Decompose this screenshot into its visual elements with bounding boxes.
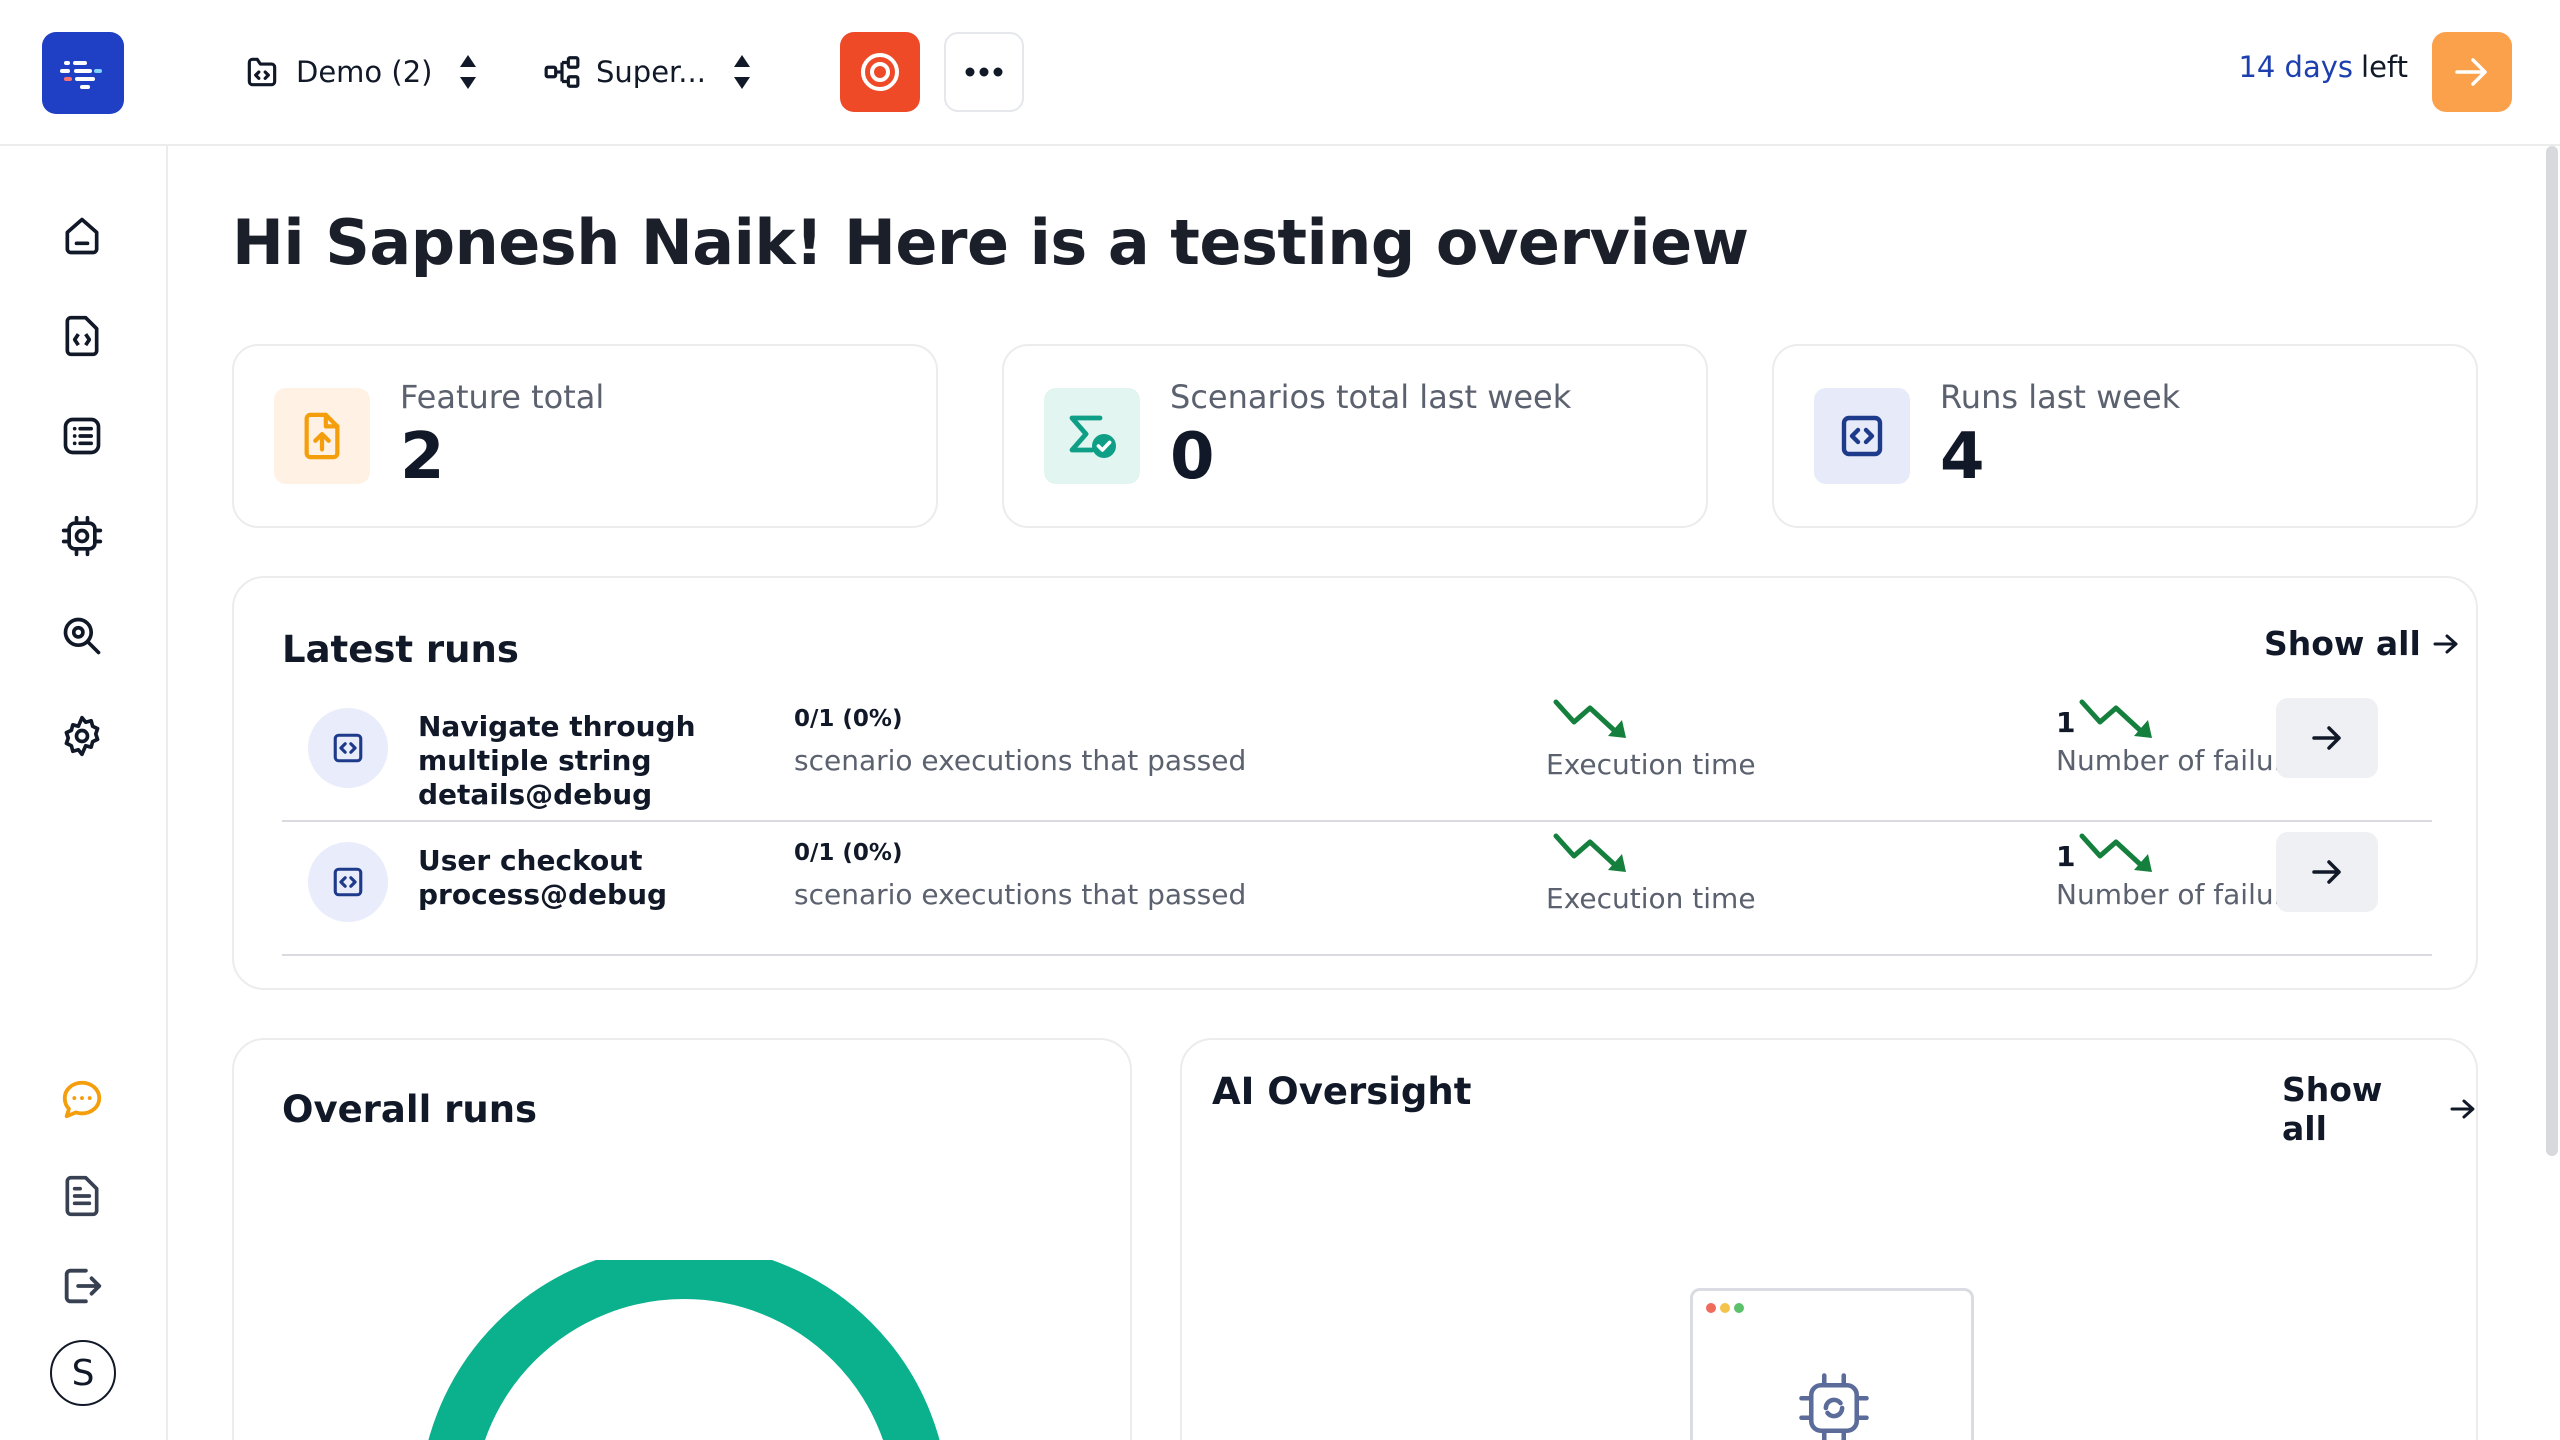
home-icon: [65, 217, 99, 255]
run-pass-ratio: 0/1 (0%): [794, 706, 903, 732]
overall-runs-card: Overall runs: [232, 1038, 1132, 1440]
project-selector-label: Demo (2): [296, 55, 433, 89]
stat-label: Scenarios total last week: [1170, 378, 1572, 416]
main-content: Hi Sapnesh Naik! Here is a testing overv…: [170, 148, 2540, 1440]
stat-value: 4: [1940, 420, 1985, 494]
latest-runs-card: Latest runs Show all Navigate through mu…: [232, 576, 2478, 990]
upgrade-button[interactable]: [2432, 32, 2512, 112]
more-options-button[interactable]: [944, 32, 1024, 112]
logout-icon: [64, 1268, 102, 1304]
execution-time-label: Execution time: [1546, 882, 1756, 915]
logo-icon: [60, 61, 102, 89]
sidebar-item-home[interactable]: [58, 212, 106, 260]
open-run-button[interactable]: [2276, 832, 2378, 912]
workflow-icon: [542, 52, 582, 92]
execution-time-label: Execution time: [1546, 748, 1756, 781]
chip-sync-icon: [1799, 1373, 1869, 1440]
sidebar-item-chat[interactable]: [58, 1076, 106, 1124]
sidebar-item-logout[interactable]: [58, 1262, 106, 1310]
sort-updown-icon: [456, 52, 480, 92]
ai-oversight-title: AI Oversight: [1212, 1070, 1472, 1113]
sidebar-item-debug[interactable]: [58, 512, 106, 560]
latest-runs-title: Latest runs: [282, 628, 519, 671]
sigma-check-icon: [1044, 388, 1140, 484]
project-selector[interactable]: Demo (2): [242, 44, 480, 100]
code-window-icon: [1814, 388, 1910, 484]
bug-icon: [61, 515, 103, 557]
failures-count: 1: [2056, 840, 2076, 873]
scrollbar[interactable]: [2546, 146, 2558, 1156]
settings-icon: [64, 715, 100, 757]
arrow-right-icon: [2455, 58, 2487, 86]
show-all-label: Show all: [2264, 624, 2421, 663]
more-dots-icon: [965, 67, 1003, 77]
sidebar-item-runs[interactable]: [58, 412, 106, 460]
latest-runs-show-all[interactable]: Show all: [2264, 624, 2459, 663]
stat-card-scenarios: Scenarios total last week 0: [1002, 344, 1708, 528]
app-root: Demo (2) Super... 14 days left S Hi Sapn…: [0, 0, 2560, 1440]
app-logo[interactable]: [42, 32, 124, 114]
stat-card-features: Feature total 2: [232, 344, 938, 528]
arrow-right-icon: [2433, 634, 2458, 653]
arrow-right-icon: [2450, 1099, 2475, 1119]
overall-runs-title: Overall runs: [282, 1088, 538, 1131]
sidebar-item-search[interactable]: [58, 612, 106, 660]
trend-down-icon: [1553, 833, 1626, 872]
table-row[interactable]: User checkout process@debug 0/1 (0%) sce…: [282, 822, 2480, 956]
code-file-icon: [65, 315, 99, 357]
open-run-button[interactable]: [2276, 698, 2378, 778]
sort-updown-icon: [730, 52, 754, 92]
code-window-icon: [308, 842, 388, 922]
window-dots-icon: [1706, 1303, 1744, 1313]
ai-oversight-card: AI Oversight Show all: [1180, 1038, 2478, 1440]
suite-selector-label: Super...: [596, 55, 706, 89]
empty-state-illustration: [1690, 1288, 1974, 1440]
stat-value: 0: [1170, 420, 1215, 494]
record-target-icon: [861, 53, 899, 91]
run-pass-ratio: 0/1 (0%): [794, 840, 903, 866]
show-all-label: Show all: [2282, 1070, 2383, 1148]
row-divider: [282, 954, 2432, 956]
ai-oversight-show-all[interactable]: Show all: [2282, 1070, 2476, 1148]
run-pass-label: scenario executions that passed: [794, 878, 1247, 911]
stat-card-runs: Runs last week 4: [1772, 344, 2478, 528]
trend-down-icon: [1553, 699, 1626, 738]
stat-label: Runs last week: [1940, 378, 2181, 416]
suite-selector[interactable]: Super...: [542, 44, 754, 100]
arrow-right-icon: [2312, 726, 2341, 750]
page-title: Hi Sapnesh Naik! Here is a testing overv…: [232, 206, 1749, 279]
document-icon: [65, 1175, 99, 1217]
arrow-right-icon: [2312, 860, 2341, 884]
run-name: Navigate through multiple string details…: [418, 710, 696, 811]
failures-count: 1: [2056, 706, 2076, 739]
code-window-icon: [308, 708, 388, 788]
overall-runs-donut: [428, 1260, 940, 1440]
user-avatar[interactable]: S: [50, 1340, 116, 1406]
trial-status: 14 days left: [2238, 50, 2408, 84]
trend-down-icon: [2079, 833, 2152, 872]
table-row[interactable]: Navigate through multiple string details…: [282, 688, 2480, 822]
feature-upload-icon: [274, 388, 370, 484]
stat-value: 2: [400, 420, 445, 494]
stat-label: Feature total: [400, 378, 605, 416]
project-code-icon: [242, 52, 282, 92]
sidebar-item-settings[interactable]: [58, 712, 106, 760]
list-icon: [63, 417, 101, 455]
sidebar-item-docs[interactable]: [58, 1172, 106, 1220]
trend-down-icon: [2079, 699, 2152, 738]
top-bar: Demo (2) Super... 14 days left: [0, 0, 2560, 146]
trial-left-label: left: [2361, 50, 2408, 84]
sidebar: [0, 146, 168, 1440]
search-icon: [63, 617, 101, 655]
record-button[interactable]: [840, 32, 920, 112]
trial-days: 14 days: [2238, 50, 2354, 84]
chat-icon: [62, 1080, 102, 1119]
run-pass-label: scenario executions that passed: [794, 744, 1247, 777]
sidebar-item-features[interactable]: [58, 312, 106, 360]
run-name: User checkout process@debug: [418, 844, 668, 911]
